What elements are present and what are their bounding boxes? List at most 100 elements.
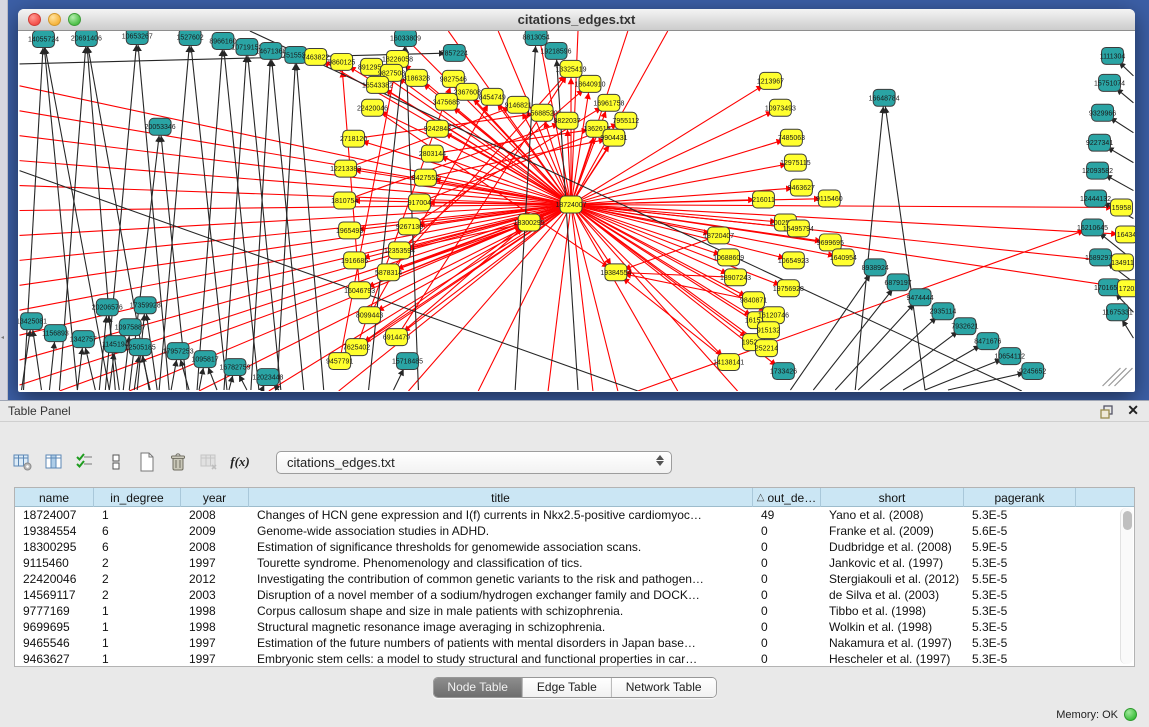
graph-node[interactable]: 22420046 [357, 99, 388, 116]
graph-node[interactable]: 1342757 [70, 331, 97, 348]
graph-node[interactable]: 9904431 [600, 129, 627, 146]
delete-column-icon[interactable] [165, 449, 191, 475]
graph-node[interactable]: 1111304 [1100, 47, 1126, 64]
graph-node[interactable]: 10975887 [115, 319, 146, 336]
graph-node[interactable]: 5878314 [375, 264, 402, 281]
graph-node[interactable]: 2935114 [930, 303, 957, 320]
graph-node[interactable]: 16120746 [758, 307, 789, 324]
graph-node[interactable]: 7857224 [441, 44, 468, 61]
graph-node[interactable]: 1640954 [830, 249, 857, 266]
graph-node[interactable]: 14138141 [713, 354, 744, 371]
graph-node[interactable]: 16033809 [390, 31, 421, 46]
graph-node[interactable]: 12975115 [780, 154, 811, 171]
graph-node[interactable]: 1916685 [341, 252, 368, 269]
graph-node[interactable]: 10973493 [765, 99, 796, 116]
graph-node[interactable]: 16210645 [1077, 219, 1108, 236]
row-height-icon[interactable] [103, 449, 129, 475]
graph-node[interactable]: 19384554 [600, 264, 631, 281]
graph-node[interactable]: 9242848 [424, 120, 451, 137]
graph-node[interactable]: 9699695 [817, 234, 844, 251]
table-row[interactable]: 1830029562008Estimation of significance … [15, 539, 1119, 555]
table-row[interactable]: 1938455462009Genome-wide association stu… [15, 523, 1119, 539]
graph-node[interactable]: 9227341 [1086, 134, 1113, 151]
network-window[interactable]: citations_edges.txt [18, 9, 1135, 392]
graph-node[interactable]: 18724007 [556, 196, 587, 213]
graph-node[interactable]: 6914479 [383, 329, 410, 346]
graph-node[interactable]: 2803144 [419, 145, 446, 162]
graph-node[interactable]: 1965493 [336, 222, 363, 239]
graph-node[interactable]: 10654923 [778, 252, 809, 269]
graph-node[interactable]: 16648784 [869, 89, 900, 106]
graph-node[interactable]: 18640910 [574, 75, 605, 92]
graph-node[interactable]: 1527602 [177, 31, 204, 45]
graph-node[interactable]: 19218596 [541, 42, 572, 59]
graph-node[interactable]: 1810754 [331, 192, 358, 209]
graph-node[interactable]: 12093582 [1082, 162, 1113, 179]
network-window-titlebar[interactable]: citations_edges.txt [18, 9, 1135, 31]
graph-node[interactable]: 14055724 [28, 31, 59, 47]
create-column-icon[interactable] [134, 449, 160, 475]
table-row[interactable]: 977716911998Corpus callosum shape and si… [15, 603, 1119, 619]
graph-node[interactable]: 10654112 [995, 348, 1026, 365]
import-table-icon[interactable] [196, 449, 222, 475]
tab-node-table[interactable]: Node Table [433, 678, 522, 697]
graph-node[interactable]: 7932621 [951, 318, 978, 335]
graph-node[interactable]: 12213383 [330, 160, 361, 177]
graph-node[interactable]: 8471676 [974, 333, 1001, 350]
graph-node[interactable]: 19756928 [773, 280, 804, 297]
column-header-in_degree[interactable]: in_degree [94, 488, 181, 507]
graph-node[interactable]: 9840871 [740, 292, 767, 309]
graph-node[interactable]: 15718485 [392, 353, 423, 370]
function-builder-icon[interactable]: f(x) [227, 449, 253, 475]
graph-node[interactable]: 13325419 [556, 60, 587, 77]
select-columns-icon[interactable] [72, 449, 98, 475]
graph-node[interactable]: 18720407 [703, 227, 734, 244]
graph-node[interactable]: 9245652 [1019, 363, 1046, 380]
graph-node[interactable]: 1213967 [757, 72, 784, 89]
graph-node[interactable]: 12023448 [252, 369, 283, 386]
network-canvas-svg[interactable]: 1405572420691406106532671527602896616010… [18, 31, 1135, 391]
graph-node[interactable]: 8186328 [403, 69, 430, 86]
graph-node[interactable]: 9463627 [788, 179, 815, 196]
graph-node[interactable]: 917004 [408, 194, 431, 211]
graph-node[interactable]: 8099443 [356, 307, 383, 324]
graph-node[interactable]: 6879197 [885, 274, 912, 291]
graph-node[interactable]: 2718120 [340, 130, 367, 147]
graph-node[interactable]: 13425081 [18, 313, 47, 330]
graph-node[interactable]: 8938924 [862, 259, 889, 276]
graph-node[interactable]: 7463822 [302, 48, 329, 65]
table-row[interactable]: 946554611997Estimation of the future num… [15, 635, 1119, 651]
column-header-title[interactable]: title [249, 488, 753, 507]
graph-node[interactable]: 216011 [752, 191, 775, 208]
table-row[interactable]: 969969511998Structural magnetic resonanc… [15, 619, 1119, 635]
graph-node[interactable]: 12505185 [125, 339, 156, 356]
column-header-short[interactable]: short [821, 488, 964, 507]
table-row[interactable]: 2242004622012Investigating the contribut… [15, 571, 1119, 587]
graph-node[interactable]: 15958 [1111, 199, 1133, 216]
table-settings-icon[interactable] [10, 449, 36, 475]
graph-node[interactable]: 9860125 [328, 53, 355, 70]
graph-node[interactable]: 16046793 [344, 282, 375, 299]
graph-node[interactable]: 8813054 [523, 31, 550, 45]
column-header-pagerank[interactable]: pagerank [964, 488, 1076, 507]
network-canvas[interactable]: 1405572420691406106532671527602896616010… [18, 31, 1135, 391]
graph-node[interactable]: 20206576 [92, 299, 123, 316]
graph-node[interactable]: 8454749 [479, 88, 506, 105]
graph-node[interactable]: 17957253 [163, 343, 194, 360]
table-vertical-scrollbar[interactable] [1120, 508, 1133, 664]
column-header-out_de[interactable]: △out_de… [753, 488, 821, 507]
close-panel-icon[interactable]: ✕ [1127, 402, 1139, 419]
graph-node[interactable]: 18907243 [720, 269, 751, 286]
graph-node[interactable]: 16434 [1116, 226, 1135, 243]
tab-network-table[interactable]: Network Table [611, 678, 716, 697]
table-row[interactable]: 1872400712008Changes of HCN gene express… [15, 507, 1119, 523]
graph-node[interactable]: 15495794 [783, 220, 814, 237]
show-column-icon[interactable] [41, 449, 67, 475]
graph-node[interactable]: 1156893 [42, 325, 69, 342]
control-panel-divider[interactable]: ◂ [0, 0, 8, 400]
graph-node[interactable]: 915132 [757, 322, 780, 339]
graph-node[interactable]: 16782759 [219, 359, 250, 376]
resize-grip-icon[interactable] [1103, 368, 1133, 386]
graph-node[interactable]: 17201 [1117, 280, 1135, 297]
graph-node[interactable]: 11675331 [1102, 304, 1133, 321]
